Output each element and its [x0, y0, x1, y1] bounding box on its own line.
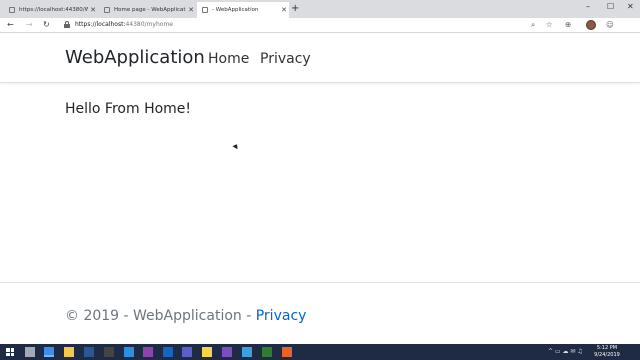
url-host: https://localhost: — [75, 21, 126, 28]
tab-title: https://localhost:44380/WebAp — [19, 7, 88, 13]
system-tray[interactable]: ^ ▭ ☁ ✉ ♫ — [548, 348, 583, 356]
collections-icon[interactable]: ⊕ — [565, 19, 571, 31]
maximize-button[interactable]: ☐ — [607, 2, 614, 12]
browser-tab-2[interactable]: Home page - WebApplication ✕ — [99, 2, 196, 18]
teams-icon[interactable] — [182, 347, 192, 357]
address-bar[interactable]: https://localhost:44380/myhome — [75, 20, 173, 30]
nav-link-home[interactable]: Home — [208, 50, 249, 68]
sticky-notes-icon[interactable] — [202, 347, 212, 357]
visual-studio-icon[interactable] — [222, 347, 232, 357]
clock[interactable]: 5:12 PM 9/24/2019 — [592, 345, 622, 359]
favorite-star-icon[interactable]: ☆ — [546, 19, 553, 31]
onenote-icon[interactable] — [143, 347, 153, 357]
profile-avatar[interactable] — [586, 20, 596, 30]
footer-privacy-link[interactable]: Privacy — [256, 308, 307, 324]
vscode-icon[interactable] — [124, 347, 134, 357]
nav-link-privacy[interactable]: Privacy — [260, 50, 311, 68]
footer-copyright: © 2019 - WebApplication - — [65, 308, 256, 324]
terminal-icon[interactable] — [104, 347, 114, 357]
clock-date: 9/24/2019 — [594, 352, 620, 358]
minimize-button[interactable]: – — [586, 2, 590, 12]
mouse-cursor-icon — [232, 142, 240, 150]
tab-title: - WebApplication — [212, 7, 259, 13]
web-page: WebApplication Home Privacy Hello From H… — [0, 34, 640, 344]
page-heading: Hello From Home! — [65, 101, 192, 117]
powershell-icon[interactable] — [84, 347, 94, 357]
firefox-icon[interactable] — [282, 347, 292, 357]
footer-text: © 2019 - WebApplication - Privacy — [65, 307, 306, 325]
refresh-button[interactable]: ↻ — [43, 19, 50, 31]
windows-start-icon[interactable] — [6, 348, 14, 356]
browser-toolbar: ← → ↻ https://localhost:44380/myhome ⌕ ☆… — [0, 18, 640, 33]
tab-title: Home page - WebApplication — [114, 7, 186, 13]
page-icon — [9, 7, 15, 13]
window-close-button[interactable]: ✕ — [627, 2, 634, 12]
file-explorer-icon[interactable] — [64, 347, 74, 357]
site-footer: © 2019 - WebApplication - Privacy — [0, 282, 640, 344]
task-view-icon[interactable] — [25, 347, 35, 357]
clock-time: 5:12 PM — [596, 345, 618, 351]
edge-icon[interactable] — [44, 347, 54, 357]
close-icon[interactable]: ✕ — [279, 6, 289, 14]
lock-icon[interactable] — [64, 21, 70, 28]
settings-menu-icon[interactable]: ☺ — [606, 19, 614, 31]
site-brand-link[interactable]: WebApplication — [65, 47, 205, 69]
edge-dev-icon[interactable] — [262, 347, 272, 357]
close-icon[interactable]: ✕ — [88, 6, 98, 14]
page-icon — [104, 7, 110, 13]
windows-taskbar: ^ ▭ ☁ ✉ ♫ 5:12 PM 9/24/2019 — [0, 344, 640, 360]
browser-tab-1[interactable]: https://localhost:44380/WebAp ✕ — [4, 2, 98, 18]
close-icon[interactable]: ✕ — [186, 6, 196, 14]
forward-button[interactable]: → — [26, 19, 33, 31]
url-path: 44380/myhome — [125, 21, 173, 28]
page-icon — [202, 7, 208, 13]
tab-strip: https://localhost:44380/WebAp ✕ Home pag… — [0, 0, 640, 18]
site-header: WebApplication Home Privacy — [0, 34, 640, 83]
back-button[interactable]: ← — [7, 19, 14, 31]
zoom-icon[interactable]: ⌕ — [531, 19, 535, 31]
outlook-icon[interactable] — [163, 347, 173, 357]
paint-icon[interactable] — [242, 347, 252, 357]
browser-tab-3-active[interactable]: - WebApplication ✕ — [197, 2, 289, 18]
new-tab-button[interactable]: + — [291, 3, 299, 15]
